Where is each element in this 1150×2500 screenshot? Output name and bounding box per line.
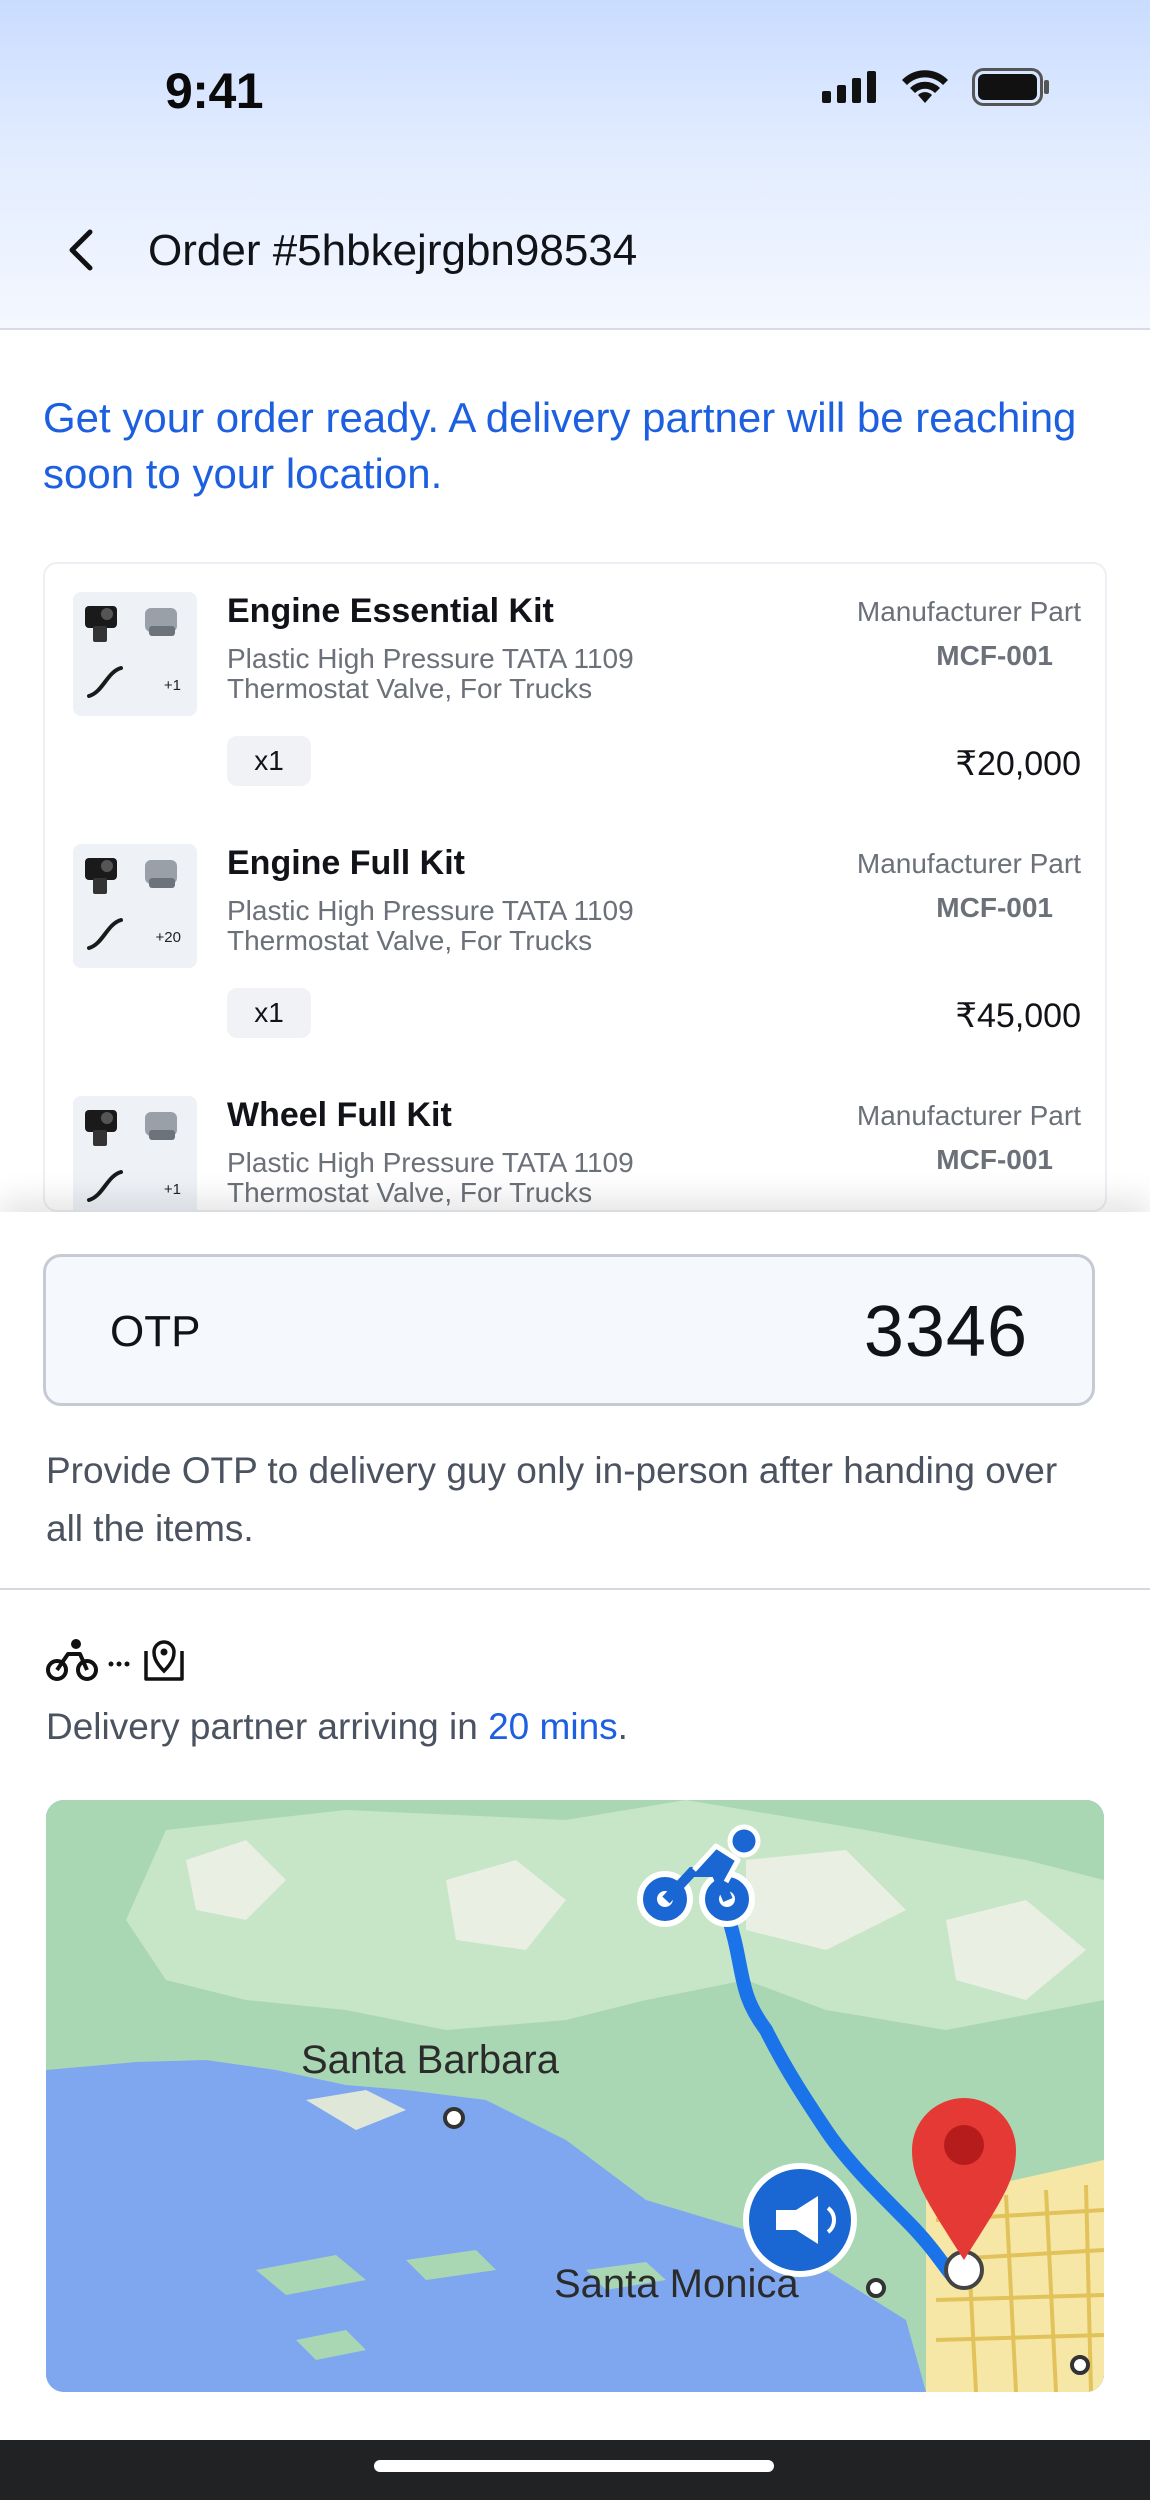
item-description: Plastic High Pressure TATA 1109 Thermost… (227, 643, 634, 704)
manufacturer-label: Manufacturer Part (856, 1100, 1081, 1131)
bicycle-icon (46, 1639, 98, 1681)
manufacturer-label: Manufacturer Part (856, 596, 1081, 627)
eta-suffix: . (617, 1706, 628, 1747)
item-name: Wheel Full Kit (227, 1096, 452, 1134)
list-item[interactable]: +20 Engine Full Kit Plastic High Pressur… (45, 816, 1105, 1066)
megaphone-icon (743, 2163, 857, 2277)
list-item[interactable]: +1 Engine Essential Kit Plastic High Pre… (45, 564, 1105, 814)
item-name: Engine Essential Kit (227, 592, 554, 630)
item-thumbnail: +20 (73, 844, 197, 968)
item-description: Plastic High Pressure TATA 1109 Thermost… (227, 895, 634, 956)
map-label-santa-barbara: Santa Barbara (301, 2038, 559, 2082)
order-ready-message: Get your order ready. A delivery partner… (43, 394, 1077, 497)
item-thumbnail: +1 (73, 1096, 197, 1210)
engine-parts-icon (85, 858, 177, 950)
chevron-left-icon (69, 229, 93, 271)
quantity-badge: x1 (227, 988, 311, 1038)
eta-prefix: Delivery partner arriving in (46, 1706, 489, 1747)
item-price: ₹45,000 (955, 997, 1081, 1035)
battery-icon (972, 68, 1049, 106)
home-indicator[interactable] (374, 2460, 774, 2472)
cellular-signal-icon (822, 71, 876, 103)
otp-value: 3346 (863, 1292, 1028, 1372)
otp-box: OTP 3346 (43, 1254, 1095, 1406)
status-time: 9:41 (165, 63, 264, 119)
delivery-bottom-sheet: OTP 3346 Provide OTP to delivery guy onl… (0, 1212, 1150, 2440)
delivery-map[interactable]: Santa Barbara Santa Monica (46, 1800, 1104, 2392)
engine-parts-icon (85, 606, 177, 698)
manufacturer-code: MCF-001 (936, 892, 1053, 923)
wifi-icon (902, 70, 948, 103)
item-price: ₹20,000 (955, 745, 1081, 783)
item-name: Engine Full Kit (227, 844, 465, 882)
otp-instruction: Provide OTP to delivery guy only in-pers… (46, 1450, 1058, 1549)
eta-text: Delivery partner arriving in 20 mins. (46, 1706, 628, 1748)
more-count: +1 (163, 677, 181, 694)
item-description: Plastic High Pressure TATA 1109 Thermost… (227, 1147, 634, 1208)
map-label-santa-monica: Santa Monica (554, 2262, 799, 2306)
quantity-badge: x1 (227, 736, 311, 786)
page-title: Order #5hbkejrgbn98534 (148, 226, 638, 275)
divider (0, 1588, 1150, 1590)
more-count: +20 (155, 929, 181, 946)
manufacturer-label: Manufacturer Part (856, 848, 1081, 879)
manufacturer-code: MCF-001 (936, 1144, 1053, 1175)
map-pin-outline-icon (144, 1640, 184, 1681)
list-item[interactable]: +1 Wheel Full Kit Plastic High Pressure … (45, 1068, 1105, 1210)
top-header-area: 9:41 Order #5hbkejrgbn98534 (0, 0, 1150, 330)
more-count: +1 (163, 1181, 181, 1198)
eta-time: 20 mins (488, 1706, 618, 1747)
status-icons (822, 68, 1050, 106)
dotted-route-icon (108, 1661, 130, 1667)
back-button[interactable] (56, 225, 106, 275)
manufacturer-code: MCF-001 (936, 640, 1053, 671)
item-thumbnail: +1 (73, 592, 197, 716)
order-items-list[interactable]: +1 Engine Essential Kit Plastic High Pre… (43, 562, 1107, 1212)
eta-route-icons (46, 1637, 188, 1683)
otp-label: OTP (110, 1307, 201, 1356)
